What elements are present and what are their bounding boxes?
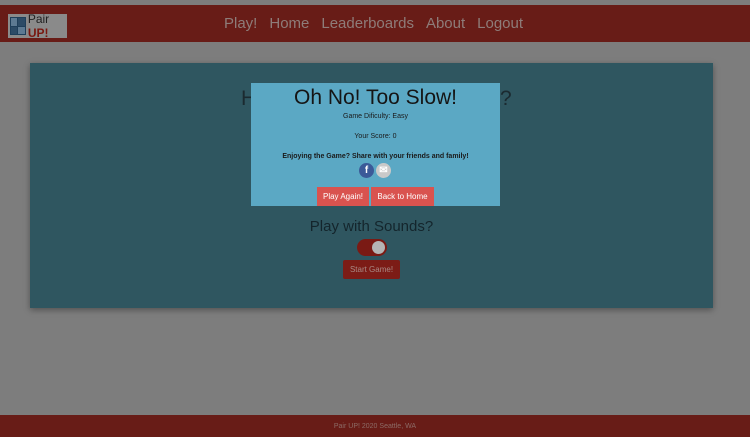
start-game-button[interactable]: Start Game! [343, 260, 400, 279]
nav-logout[interactable]: Logout [477, 15, 523, 32]
sounds-toggle[interactable] [357, 239, 387, 256]
footer-text: Pair UP! 2020 Seattle, WA [333, 422, 417, 430]
mail-icon[interactable]: ✉ [376, 163, 391, 178]
back-to-home-button[interactable]: Back to Home [371, 187, 434, 206]
logo-text-strong: UP! [27, 26, 49, 40]
score-text: Your Score: 0 [354, 133, 397, 140]
navbar: Pair UP! Play! Home Leaderboards About L… [0, 5, 750, 42]
nav-links: Play! Home Leaderboards About Logout [224, 5, 535, 42]
game-over-modal: Oh No! Too Slow! Game Dificulty: Easy Yo… [251, 83, 500, 206]
logo[interactable]: Pair UP! [8, 12, 67, 40]
difficulty-text: Game Dificulty: Easy [343, 113, 408, 120]
logo-text: Pair UP! [28, 12, 67, 40]
share-buttons: f ✉ [359, 163, 393, 178]
toggle-knob [372, 241, 385, 254]
share-prompt: Enjoying the Game? Share with your frien… [282, 153, 469, 160]
nav-play[interactable]: Play! [224, 15, 257, 32]
facebook-icon[interactable]: f [359, 163, 374, 178]
sounds-label: Play with Sounds? [309, 218, 434, 235]
nav-about[interactable]: About [426, 15, 465, 32]
nav-home[interactable]: Home [269, 15, 309, 32]
logo-text-plain: Pair [27, 12, 50, 26]
card-heading-fragment-right: ? [500, 87, 512, 110]
nav-leaderboards[interactable]: Leaderboards [321, 15, 414, 32]
modal-title: Oh No! Too Slow! [293, 86, 458, 109]
footer: Pair UP! 2020 Seattle, WA [0, 415, 750, 437]
logo-grid-icon [10, 17, 26, 35]
play-again-button[interactable]: Play Again! [317, 187, 369, 206]
